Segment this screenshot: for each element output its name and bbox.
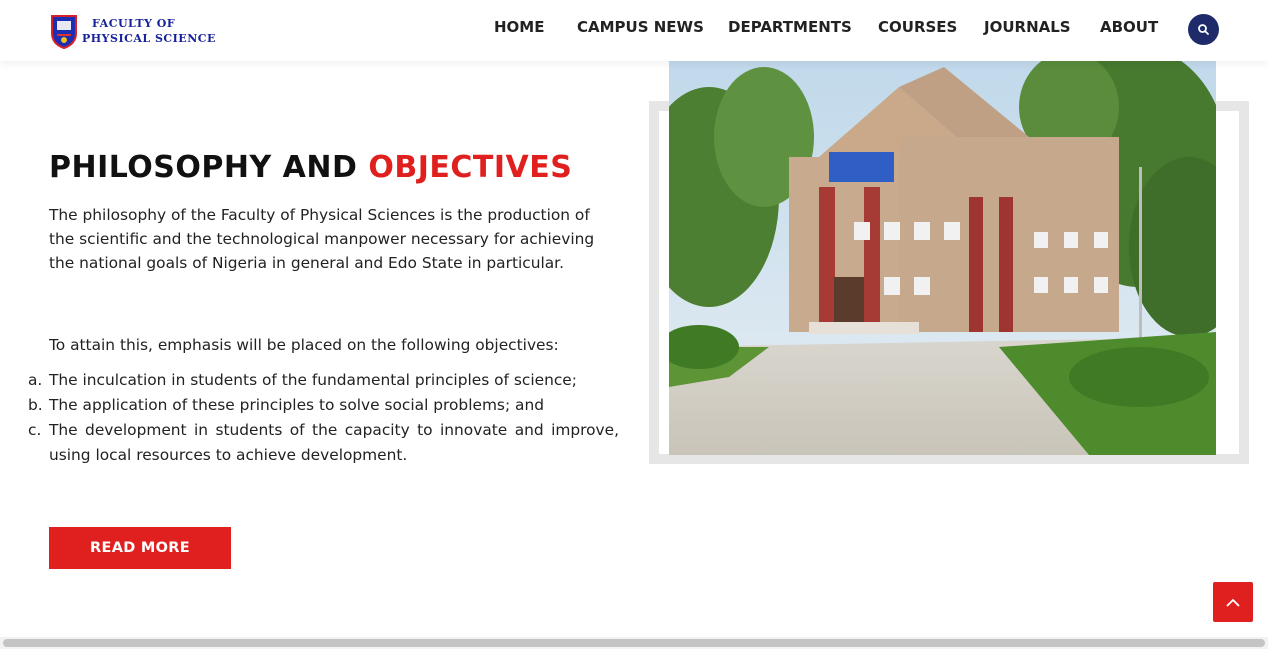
list-item-text: The application of these principles to s… [49, 396, 544, 414]
nav-about[interactable]: ABOUT [1100, 18, 1158, 36]
objectives-list: a. The inculcation in students of the fu… [28, 368, 619, 468]
search-button[interactable] [1188, 14, 1219, 45]
scrollbar-thumb[interactable] [3, 639, 1265, 647]
horizontal-scrollbar[interactable] [0, 637, 1268, 649]
faculty-building-photo [669, 47, 1216, 455]
list-marker: a. [28, 371, 43, 389]
logo-text-line2: PHYSICAL SCIENCE [82, 32, 216, 45]
list-marker: b. [28, 396, 43, 414]
philosophy-paragraph: The philosophy of the Faculty of Physica… [49, 206, 595, 272]
nav-campus-news[interactable]: CAMPUS NEWS [577, 18, 704, 36]
search-icon [1198, 24, 1209, 35]
section-title-accent: OBJECTIVES [368, 150, 573, 185]
list-item: b. The application of these principles t… [28, 393, 619, 418]
chevron-up-icon [1226, 598, 1240, 607]
list-item: c. The development in students of the ca… [28, 418, 619, 468]
nav-journals[interactable]: JOURNALS [984, 18, 1071, 36]
nav-departments[interactable]: DEPARTMENTS [728, 18, 852, 36]
list-item-text: The development in students of the capac… [49, 421, 619, 464]
scroll-to-top-button[interactable] [1213, 582, 1253, 622]
faculty-logo[interactable]: FACULTY OF PHYSICAL SCIENCE [48, 13, 215, 51]
objectives-intro: To attain this, emphasis will be placed … [49, 336, 559, 354]
list-item-text: The inculcation in students of the funda… [49, 371, 577, 389]
logo-text-line1: FACULTY OF [92, 17, 176, 30]
section-title: PHILOSOPHY AND OBJECTIVES [49, 150, 572, 185]
section-title-main: PHILOSOPHY AND [49, 150, 369, 185]
list-item: a. The inculcation in students of the fu… [28, 368, 619, 393]
list-marker: c. [28, 421, 42, 439]
read-more-button[interactable]: READ MORE [49, 527, 231, 569]
crest-icon [51, 15, 77, 49]
nav-courses[interactable]: COURSES [878, 18, 957, 36]
nav-home[interactable]: HOME [494, 18, 544, 36]
site-header: FACULTY OF PHYSICAL SCIENCE HOME CAMPUS … [0, 0, 1268, 61]
